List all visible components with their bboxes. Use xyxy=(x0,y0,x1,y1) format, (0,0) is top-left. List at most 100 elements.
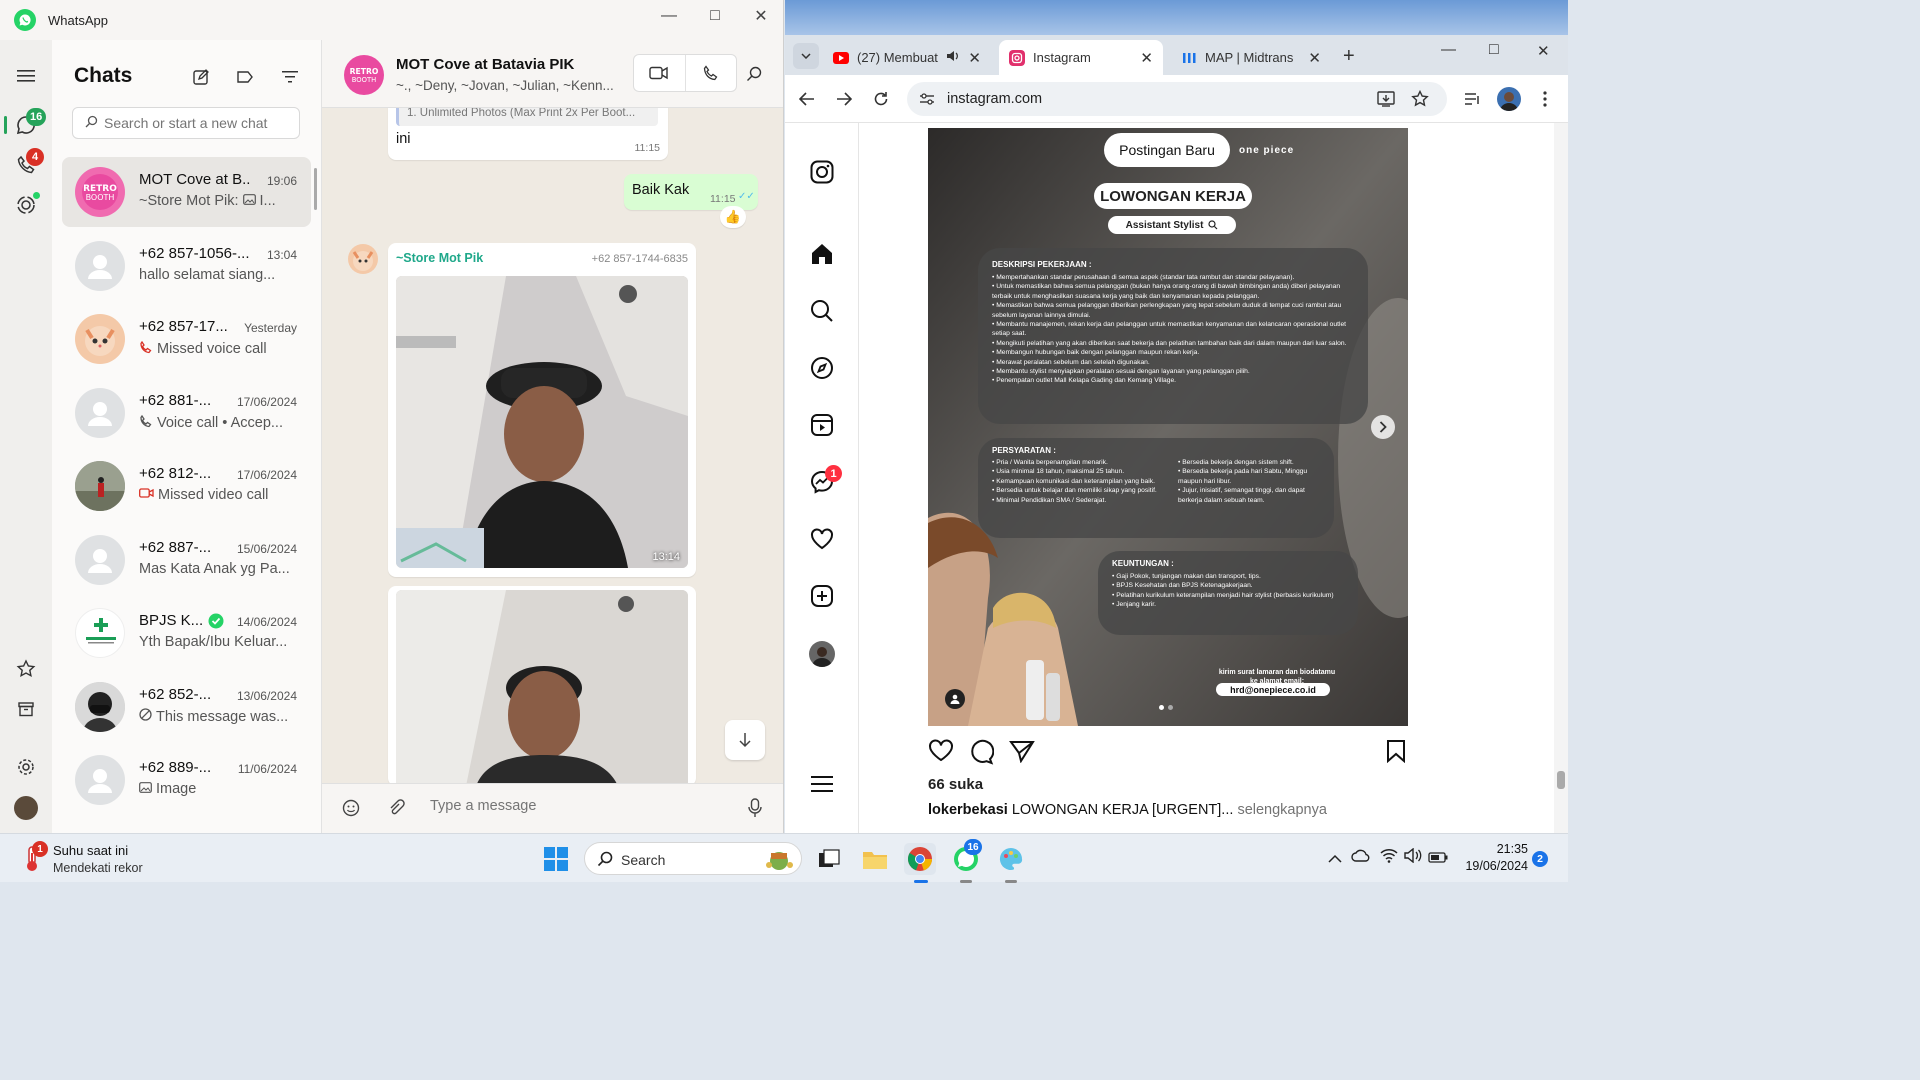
image-message-bubble[interactable] xyxy=(388,586,696,786)
notification-count[interactable]: 2 xyxy=(1532,851,1548,867)
onedrive-icon[interactable] xyxy=(1351,849,1371,865)
sender-avatar[interactable] xyxy=(348,244,378,274)
photo-attachment[interactable] xyxy=(396,590,688,786)
site-info-icon[interactable] xyxy=(919,92,935,109)
back-icon[interactable] xyxy=(795,87,819,111)
search-input[interactable] xyxy=(104,115,294,131)
start-button[interactable] xyxy=(540,843,572,875)
new-post-pill[interactable]: Postingan Baru xyxy=(1104,133,1230,167)
photo-attachment[interactable]: 13:14 xyxy=(396,276,688,568)
weather-subtitle[interactable]: Mendekati rekor xyxy=(53,861,143,875)
tab-youtube[interactable]: (27) Membuat ✕ xyxy=(823,40,991,75)
minimize-button[interactable]: — xyxy=(646,0,692,32)
instagram-logo-icon[interactable] xyxy=(809,159,835,185)
filter-icon[interactable] xyxy=(279,66,301,88)
message-bubble-outgoing[interactable]: Baik Kak 11:15 ✓✓ xyxy=(624,174,758,210)
post-image[interactable]: Postingan Baru one piece LOWONGAN KERJA … xyxy=(928,128,1408,726)
share-icon[interactable] xyxy=(1009,739,1035,766)
paint-app-icon[interactable] xyxy=(995,843,1027,875)
new-chat-icon[interactable] xyxy=(190,66,212,88)
video-call-button[interactable] xyxy=(634,55,686,91)
list-scrollbar[interactable] xyxy=(314,168,317,210)
tab-instagram[interactable]: Instagram ✕ xyxy=(999,40,1163,75)
clock-date[interactable]: 19/06/2024 xyxy=(1452,859,1528,873)
image-message-bubble[interactable]: ~Store Mot Pik +62 857-1744-6835 13:14 xyxy=(388,243,696,577)
more-menu-icon[interactable] xyxy=(1533,87,1557,111)
scroll-down-button[interactable] xyxy=(725,720,765,760)
chat-row[interactable]: +62 812-... 17/06/2024 Missed video call xyxy=(62,451,311,521)
like-heart-icon[interactable] xyxy=(928,739,954,766)
close-window-button[interactable]: ✕ xyxy=(1537,42,1550,60)
wifi-icon[interactable] xyxy=(1380,847,1398,866)
caption-username[interactable]: lokerbekasi xyxy=(928,802,1008,818)
explore-icon[interactable] xyxy=(809,355,835,381)
attach-icon[interactable] xyxy=(387,799,405,820)
chat-row[interactable]: +62 887-... 15/06/2024 Mas Kata Anak yg … xyxy=(62,525,311,595)
close-tab-icon[interactable]: ✕ xyxy=(1308,49,1321,67)
new-tab-button[interactable]: + xyxy=(1343,45,1355,68)
search-icon[interactable] xyxy=(809,298,835,324)
task-view-icon[interactable] xyxy=(813,843,845,875)
reaction-badge[interactable]: 👍 xyxy=(720,206,746,228)
archive-icon[interactable] xyxy=(14,697,38,721)
notifications-heart-icon[interactable] xyxy=(809,526,835,552)
search-messages-icon[interactable] xyxy=(746,66,762,85)
profile-avatar[interactable] xyxy=(14,796,38,820)
page-scrollbar[interactable] xyxy=(1554,123,1568,833)
address-bar[interactable]: instagram.com xyxy=(907,82,1447,116)
home-icon[interactable] xyxy=(809,241,835,267)
tab-midtrans[interactable]: MAP | Midtrans ✕ xyxy=(1171,40,1331,75)
create-post-icon[interactable] xyxy=(809,583,835,609)
file-explorer-icon[interactable] xyxy=(859,843,891,875)
microphone-icon[interactable] xyxy=(748,798,762,821)
chat-row[interactable]: +62 881-... 17/06/2024 Voice call • Acce… xyxy=(62,378,311,448)
chat-row[interactable]: +62 857-1056-... 13:04 hallo selamat sia… xyxy=(62,231,311,301)
group-avatar[interactable]: RETRO BOOTH xyxy=(344,55,384,95)
chevron-up-icon[interactable] xyxy=(1328,850,1342,866)
chat-row[interactable]: BPJS K... 14/06/2024 Yth Bapak/Ibu Kelua… xyxy=(62,598,311,668)
minimize-button[interactable]: — xyxy=(1441,41,1456,58)
close-button[interactable]: ✕ xyxy=(738,0,783,32)
reels-icon[interactable] xyxy=(809,412,835,438)
like-count[interactable]: 66 suka xyxy=(928,776,983,793)
menu-icon[interactable] xyxy=(14,64,38,88)
label-icon[interactable] xyxy=(234,66,256,88)
comment-icon[interactable] xyxy=(968,739,995,768)
speaker-icon[interactable] xyxy=(946,50,960,65)
media-control-icon[interactable] xyxy=(1461,87,1485,111)
profile-avatar[interactable] xyxy=(1497,87,1521,111)
forward-icon[interactable] xyxy=(832,87,856,111)
starred-icon[interactable] xyxy=(14,657,38,681)
chat-row[interactable]: +62 857-17... Yesterday Missed voice cal… xyxy=(62,304,311,374)
save-bookmark-icon[interactable] xyxy=(1386,739,1406,766)
profile-avatar[interactable] xyxy=(809,641,835,667)
emoji-icon[interactable] xyxy=(342,799,360,820)
chat-row[interactable]: +62 852-... 13/06/2024 This message was.… xyxy=(62,672,311,742)
weather-title[interactable]: Suhu saat ini xyxy=(53,843,128,858)
chat-row[interactable]: +62 889-... 11/06/2024 Image xyxy=(62,745,311,815)
tab-search-button[interactable] xyxy=(793,43,819,69)
message-input[interactable] xyxy=(430,798,710,814)
maximize-button[interactable]: □ xyxy=(1489,41,1499,59)
chrome-taskbar-icon[interactable] xyxy=(904,843,936,875)
voice-call-button[interactable] xyxy=(686,55,737,91)
see-more-link[interactable]: selengkapnya xyxy=(1237,802,1327,818)
chat-row-mot-cove[interactable]: RETRO BOOTH MOT Cove at B... 19:06 ~Store… xyxy=(62,157,311,227)
close-tab-icon[interactable]: ✕ xyxy=(1140,49,1153,67)
maximize-button[interactable]: □ xyxy=(692,0,738,32)
search-input-box[interactable] xyxy=(72,107,300,139)
more-menu-icon[interactable] xyxy=(809,771,835,797)
settings-icon[interactable] xyxy=(14,755,38,779)
battery-icon[interactable] xyxy=(1428,850,1448,866)
tagged-users-icon[interactable] xyxy=(945,689,965,709)
carousel-next-button[interactable] xyxy=(1371,415,1395,439)
install-app-icon[interactable] xyxy=(1377,90,1395,111)
conversation-header[interactable]: RETRO BOOTH MOT Cove at Batavia PIK ~., ~… xyxy=(322,40,783,108)
reload-icon[interactable] xyxy=(869,87,893,111)
taskbar-search[interactable]: Search xyxy=(584,842,802,875)
scrollbar-thumb[interactable] xyxy=(1557,771,1565,789)
volume-icon[interactable] xyxy=(1404,847,1422,866)
clock-time[interactable]: 21:35 xyxy=(1488,842,1528,856)
close-tab-icon[interactable]: ✕ xyxy=(968,49,981,67)
bookmark-star-icon[interactable] xyxy=(1411,89,1429,111)
